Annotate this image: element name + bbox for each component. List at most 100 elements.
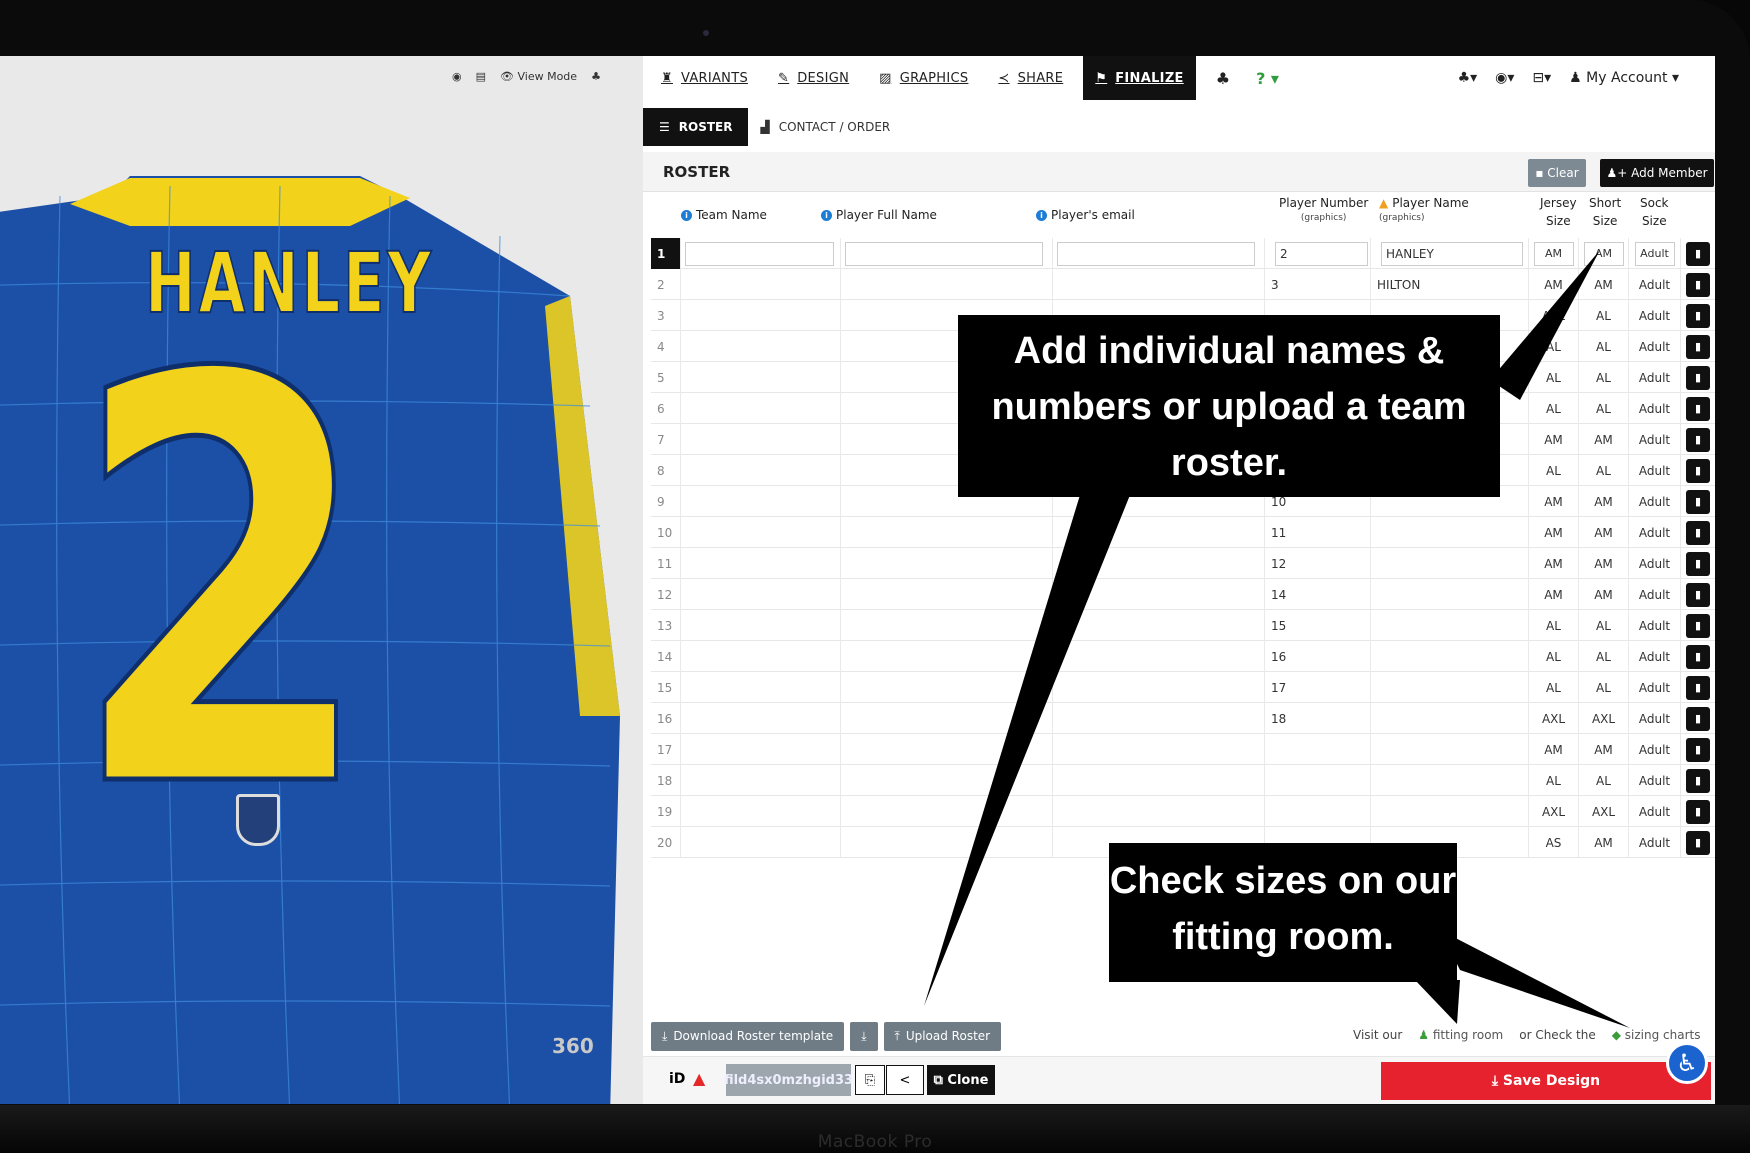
- grid-icon[interactable]: ▤: [476, 70, 486, 83]
- delete-row-button[interactable]: ▮: [1686, 489, 1710, 514]
- sock-size-cell[interactable]: Adult: [1629, 517, 1681, 548]
- email-cell[interactable]: [1053, 796, 1265, 827]
- short-size-cell[interactable]: AM: [1579, 269, 1629, 300]
- player-number-cell[interactable]: 15: [1265, 610, 1371, 641]
- full-name-cell[interactable]: [841, 517, 1053, 548]
- sock-size-select[interactable]: Adult: [1634, 241, 1675, 266]
- team-icon[interactable]: ♣: [1216, 69, 1230, 88]
- full-name-cell[interactable]: [841, 269, 1053, 300]
- team-name-cell[interactable]: [681, 672, 841, 703]
- short-size-cell[interactable]: AL: [1579, 331, 1629, 362]
- delete-row-button[interactable]: ▮: [1686, 303, 1710, 328]
- sock-size-cell[interactable]: Adult: [1629, 300, 1681, 331]
- player-name-cell[interactable]: HILTON: [1371, 269, 1529, 300]
- delete-row-button[interactable]: ▮: [1686, 613, 1710, 638]
- download-template-button[interactable]: ⤓ Download Roster template: [651, 1021, 845, 1051]
- sock-size-cell[interactable]: Adult: [1629, 703, 1681, 734]
- team-name-input[interactable]: [685, 241, 835, 266]
- delete-row-button[interactable]: ▮: [1686, 272, 1710, 297]
- short-size-cell[interactable]: AL: [1579, 610, 1629, 641]
- short-size-cell[interactable]: AM: [1579, 424, 1629, 455]
- jersey-size-cell[interactable]: AM: [1529, 734, 1579, 765]
- nav-share[interactable]: ≺ SHARE: [998, 71, 1063, 86]
- jersey-size-cell[interactable]: AM: [1529, 269, 1579, 300]
- email-cell[interactable]: [1053, 734, 1265, 765]
- full-name-cell[interactable]: [841, 238, 1053, 269]
- full-name-cell[interactable]: [841, 827, 1053, 858]
- team-name-cell[interactable]: [681, 610, 841, 641]
- globe-menu-icon[interactable]: ◉▾: [1495, 70, 1514, 86]
- sock-size-cell[interactable]: Adult: [1629, 238, 1681, 269]
- short-size-cell[interactable]: AM: [1579, 486, 1629, 517]
- sizing-charts-link[interactable]: ◆ sizing charts: [1612, 1028, 1701, 1042]
- jersey-size-select[interactable]: AM: [1533, 241, 1574, 266]
- player-number-cell[interactable]: [1265, 734, 1371, 765]
- delete-row-button[interactable]: ▮: [1686, 737, 1710, 762]
- player-number-cell[interactable]: 14: [1265, 579, 1371, 610]
- sock-size-cell[interactable]: Adult: [1629, 672, 1681, 703]
- team-name-cell[interactable]: [681, 796, 841, 827]
- player-name-cell[interactable]: [1371, 517, 1529, 548]
- delete-row-button[interactable]: ▮: [1686, 675, 1710, 700]
- full-name-input[interactable]: [845, 241, 1044, 266]
- email-cell[interactable]: [1053, 238, 1265, 269]
- users-menu-icon[interactable]: ♣▾: [1458, 70, 1478, 86]
- delete-row-button[interactable]: ▮: [1686, 830, 1710, 855]
- help-icon[interactable]: ? ▾: [1256, 69, 1279, 88]
- sock-size-cell[interactable]: Adult: [1629, 827, 1681, 858]
- player-number-cell[interactable]: 12: [1265, 548, 1371, 579]
- short-size-cell[interactable]: AL: [1579, 455, 1629, 486]
- sock-size-cell[interactable]: Adult: [1629, 641, 1681, 672]
- sock-size-cell[interactable]: Adult: [1629, 548, 1681, 579]
- copy-id-button[interactable]: ⎘: [855, 1065, 885, 1095]
- full-name-cell[interactable]: [841, 734, 1053, 765]
- team-name-cell[interactable]: [681, 269, 841, 300]
- delete-row-button[interactable]: ▮: [1686, 644, 1710, 669]
- save-design-button[interactable]: ⤓ Save Design: [1381, 1062, 1711, 1100]
- jersey-size-cell[interactable]: AL: [1529, 393, 1579, 424]
- accessibility-icon[interactable]: ♿: [1666, 1042, 1708, 1084]
- team-name-cell[interactable]: [681, 641, 841, 672]
- full-name-cell[interactable]: [841, 765, 1053, 796]
- delete-row-button[interactable]: ▮: [1686, 458, 1710, 483]
- download-button[interactable]: ⤓: [850, 1021, 878, 1051]
- team-name-cell[interactable]: [681, 455, 841, 486]
- player-number-input[interactable]: 2: [1275, 241, 1369, 266]
- short-size-cell[interactable]: AL: [1579, 362, 1629, 393]
- jersey-size-cell[interactable]: AM: [1529, 517, 1579, 548]
- player-number-cell[interactable]: 2: [1265, 238, 1371, 269]
- short-size-cell[interactable]: AL: [1579, 641, 1629, 672]
- player-name-cell[interactable]: [1371, 796, 1529, 827]
- short-size-cell[interactable]: AXL: [1579, 796, 1629, 827]
- jersey-size-cell[interactable]: AXL: [1529, 703, 1579, 734]
- sock-size-cell[interactable]: Adult: [1629, 393, 1681, 424]
- short-size-cell[interactable]: AM: [1579, 548, 1629, 579]
- team-name-cell[interactable]: [681, 300, 841, 331]
- sock-size-cell[interactable]: Adult: [1629, 331, 1681, 362]
- jersey-size-cell[interactable]: AM: [1529, 579, 1579, 610]
- short-size-cell[interactable]: AM: [1579, 238, 1629, 269]
- short-size-cell[interactable]: AM: [1579, 517, 1629, 548]
- sock-size-cell[interactable]: Adult: [1629, 486, 1681, 517]
- player-name-cell[interactable]: [1371, 672, 1529, 703]
- player-number-cell[interactable]: 18: [1265, 703, 1371, 734]
- email-input[interactable]: [1057, 241, 1256, 266]
- share-id-button[interactable]: <: [886, 1065, 924, 1095]
- camera-icon[interactable]: ◉: [452, 70, 462, 83]
- design-id-field[interactable]: fild4sx0mzhgid33: [724, 1064, 853, 1096]
- team-name-cell[interactable]: [681, 765, 841, 796]
- full-name-cell[interactable]: [841, 548, 1053, 579]
- tab-roster[interactable]: ☰ ROSTER: [643, 108, 749, 146]
- jersey-size-cell[interactable]: AL: [1529, 455, 1579, 486]
- email-cell[interactable]: [1053, 269, 1265, 300]
- jersey-size-cell[interactable]: AXL: [1529, 796, 1579, 827]
- sock-size-cell[interactable]: Adult: [1629, 610, 1681, 641]
- short-size-cell[interactable]: AM: [1579, 579, 1629, 610]
- full-name-cell[interactable]: [841, 610, 1053, 641]
- delete-row-button[interactable]: ▮: [1686, 520, 1710, 545]
- account-menu[interactable]: ♟ My Account ▾: [1569, 70, 1679, 86]
- nav-finalize[interactable]: ⚑ FINALIZE: [1083, 56, 1196, 100]
- email-cell[interactable]: [1053, 641, 1265, 672]
- sock-size-cell[interactable]: Adult: [1629, 796, 1681, 827]
- full-name-cell[interactable]: [841, 641, 1053, 672]
